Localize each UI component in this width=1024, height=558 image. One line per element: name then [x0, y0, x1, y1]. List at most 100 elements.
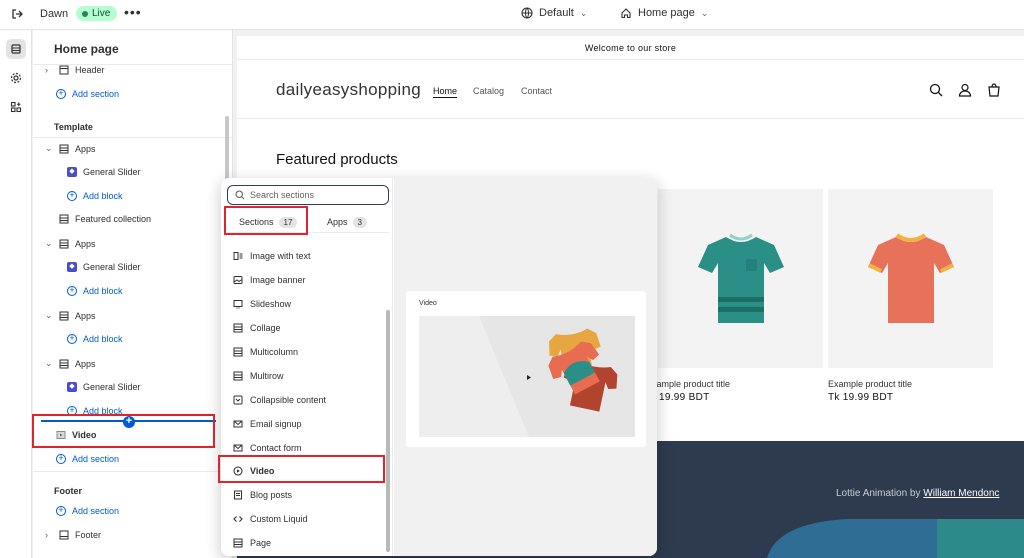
announcement-bar: Welcome to our store	[237, 36, 1024, 60]
more-actions-button[interactable]: •••	[124, 4, 142, 20]
tab-label: Apps	[327, 217, 348, 227]
exit-icon[interactable]	[10, 7, 24, 21]
theme-selector-label: Default	[539, 7, 574, 19]
chevron-down-icon: ⌄	[45, 358, 53, 369]
page-icon	[233, 538, 243, 548]
search-icon[interactable]	[929, 83, 943, 97]
section-option-collapsible-content[interactable]: Collapsible content	[233, 392, 326, 408]
blog-icon	[233, 490, 243, 500]
sidebar-title: Home page	[54, 42, 119, 56]
nav-contact[interactable]: Contact	[521, 86, 552, 96]
section-option-collage[interactable]: Collage	[233, 320, 281, 336]
tab-apps[interactable]: Apps 3	[327, 212, 367, 232]
slideshow-icon	[233, 299, 243, 309]
section-option-blog-posts[interactable]: Blog posts	[233, 487, 292, 503]
store-logo[interactable]: dailyeasyshopping	[276, 80, 421, 100]
settings-rail-button[interactable]	[6, 68, 26, 88]
sidebar-item-apps[interactable]: ⌄ Apps	[45, 143, 96, 154]
app-block-icon: ◆	[67, 262, 77, 272]
apps-rail-button[interactable]	[6, 97, 26, 117]
sidebar-item-featured-collection[interactable]: Featured collection	[45, 214, 151, 224]
section-option-label: Collapsible content	[250, 395, 326, 405]
block-label: General Slider	[83, 167, 141, 177]
header-section-icon	[59, 65, 69, 75]
multirow-icon	[233, 371, 243, 381]
add-section-label: Add section	[72, 89, 119, 99]
contact-form-icon	[233, 443, 243, 453]
plus-circle-icon: +	[67, 334, 77, 344]
app-block-icon: ◆	[67, 382, 77, 392]
sidebar-item-label: Apps	[75, 239, 96, 249]
block-general-slider[interactable]: ◆ General Slider	[67, 262, 141, 272]
sidebar-item-label: Header	[75, 65, 105, 75]
lottie-author-link[interactable]: William Mendonc	[923, 488, 999, 499]
sections-rail-button[interactable]	[6, 39, 26, 59]
image-banner-icon	[233, 275, 243, 285]
add-section-label: Add section	[72, 454, 119, 464]
search-input[interactable]	[250, 190, 380, 200]
add-block-button[interactable]: + Add block	[67, 334, 123, 344]
nav-home[interactable]: Home	[433, 86, 457, 96]
section-option-image-with-text[interactable]: Image with text	[233, 248, 311, 264]
status-badge: Live	[76, 6, 117, 21]
product-card-image[interactable]	[828, 189, 993, 368]
multicolumn-icon	[233, 347, 243, 357]
account-icon[interactable]	[958, 83, 972, 97]
section-option-contact-form[interactable]: Contact form	[233, 440, 302, 456]
plus-circle-icon: +	[56, 89, 66, 99]
page-selector-label: Home page	[638, 7, 695, 19]
sidebar-item-footer[interactable]: › Footer	[45, 530, 101, 540]
chevron-right-icon: ›	[45, 530, 53, 540]
add-block-button[interactable]: + Add block	[67, 286, 123, 296]
product-title[interactable]: Example product title	[828, 379, 912, 389]
email-icon	[233, 419, 243, 429]
section-option-label: Custom Liquid	[250, 514, 308, 524]
footer-heading: Footer	[54, 486, 82, 496]
sidebar-item-apps[interactable]: ⌄ Apps	[45, 238, 96, 249]
section-option-image-banner[interactable]: Image banner	[233, 272, 306, 288]
video-preview-thumbnail	[419, 316, 635, 437]
chevron-down-icon: ⌄	[45, 143, 53, 154]
block-general-slider[interactable]: ◆ General Slider	[67, 382, 141, 392]
add-block-label: Add block	[83, 191, 123, 201]
section-option-label: Page	[250, 538, 271, 548]
block-general-slider[interactable]: ◆ General Slider	[67, 167, 141, 177]
add-section-footer-button[interactable]: + Add section	[56, 506, 119, 516]
section-option-email-signup[interactable]: Email signup	[233, 416, 302, 432]
theme-selector[interactable]: Default ⌄	[521, 7, 587, 19]
search-field[interactable]	[227, 185, 389, 205]
section-option-slideshow[interactable]: Slideshow	[233, 296, 291, 312]
popover-scrollbar[interactable]	[386, 310, 390, 552]
add-block-label: Add block	[83, 334, 123, 344]
section-option-custom-liquid[interactable]: Custom Liquid	[233, 511, 308, 527]
sidebar-item-header[interactable]: › Header	[45, 65, 105, 75]
sidebar-item-label: Featured collection	[75, 214, 151, 224]
plus-circle-icon: +	[56, 454, 66, 464]
add-section-header-button[interactable]: + Add section	[56, 89, 119, 99]
product-title[interactable]: xample product title	[652, 379, 730, 389]
product-card-image[interactable]	[658, 189, 823, 368]
section-option-label: Image banner	[250, 275, 306, 285]
sidebar-item-apps[interactable]: ⌄ Apps	[45, 310, 96, 321]
section-option-multicolumn[interactable]: Multicolumn	[233, 344, 298, 360]
section-option-multirow[interactable]: Multirow	[233, 368, 284, 384]
sidebar-item-apps[interactable]: ⌄ Apps	[45, 358, 96, 369]
cart-icon[interactable]	[987, 83, 1001, 97]
collage-icon	[233, 323, 243, 333]
page-selector[interactable]: Home page ⌄	[620, 7, 708, 19]
section-option-label: Image with text	[250, 251, 311, 261]
section-icon	[59, 359, 69, 369]
block-label: General Slider	[83, 382, 141, 392]
top-bar: Dawn Live ••• Default ⌄ Home page ⌄	[0, 0, 1024, 30]
sidebar-item-label: Apps	[75, 359, 96, 369]
add-block-button[interactable]: + Add block	[67, 191, 123, 201]
sections-icon	[10, 43, 22, 55]
nav-catalog[interactable]: Catalog	[473, 86, 504, 96]
app-block-icon: ◆	[67, 167, 77, 177]
sidebar-item-label: Apps	[75, 311, 96, 321]
section-option-page[interactable]: Page	[233, 535, 271, 551]
section-option-label: Blog posts	[250, 490, 292, 500]
add-section-template-button[interactable]: + Add section	[56, 454, 119, 464]
plus-circle-icon: +	[67, 191, 77, 201]
divider	[33, 137, 233, 138]
